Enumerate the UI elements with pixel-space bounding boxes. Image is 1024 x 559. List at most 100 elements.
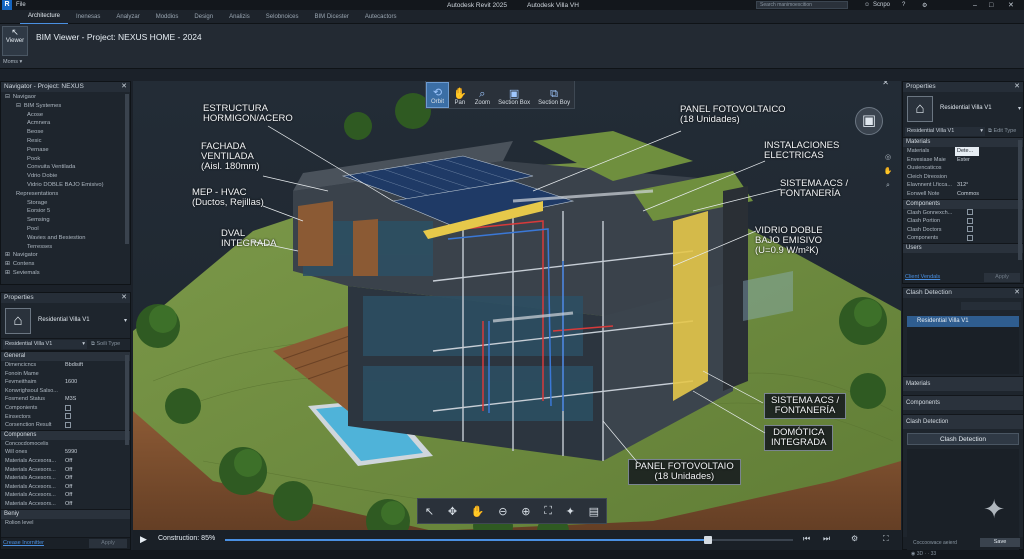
property-row[interactable]: Concocdomocelis — [1, 440, 130, 449]
property-row[interactable]: Materials Accesora... Off — [1, 457, 130, 466]
user-icon[interactable]: ☺ — [864, 2, 870, 8]
property-row[interactable]: Eonwell Note Commos — [903, 190, 1023, 199]
components-grid[interactable]: Clash Gonnexch... Clash Portion Clash Doct… — [903, 209, 1023, 243]
tree-item[interactable]: Semsing — [1, 216, 130, 225]
property-row[interactable]: Will ones 5990 — [1, 448, 130, 457]
property-value[interactable] — [63, 370, 130, 379]
chevron-down-icon[interactable]: ▾ — [124, 317, 127, 324]
edit-type-button[interactable]: ⧉ Soili Type — [91, 341, 120, 348]
user-name[interactable]: Scnpo — [873, 2, 890, 8]
property-row[interactable]: Materials Dete... — [903, 147, 1023, 156]
navigator-tree[interactable]: ⊟ Navigaor ⊟ BIM Systemes Acose Acmnera Beose R… — [1, 92, 130, 282]
property-value[interactable]: 1600 — [63, 378, 130, 387]
section-box-button[interactable]: ▣ Section Box — [494, 82, 534, 108]
property-row[interactable]: Dimencicncs Bbdisift — [1, 361, 130, 370]
maximize-icon[interactable]: □ — [989, 2, 993, 9]
tab-autecactors[interactable]: Autecactors — [357, 10, 405, 24]
components-section-header[interactable]: Components — [903, 395, 1023, 410]
tree-item[interactable]: Acmnera — [1, 119, 130, 128]
type-selector[interactable]: Residential Villa V1 ▾ — [905, 127, 985, 136]
scrollbar[interactable] — [1018, 140, 1022, 260]
property-row[interactable]: Fonoin Mame — [1, 370, 130, 379]
property-row[interactable]: Einsectors — [1, 413, 130, 422]
property-row[interactable]: Corsenction Result — [1, 421, 130, 430]
close-icon[interactable]: ✕ — [1014, 82, 1020, 92]
viewcube-icon[interactable]: ▣ — [855, 107, 883, 135]
properties-help-link[interactable]: Crease Inornitter — [3, 540, 44, 546]
property-value[interactable]: Off — [63, 483, 130, 492]
fullscreen-icon[interactable]: ⛶ — [883, 534, 889, 544]
clash-selected-item[interactable]: Residential Villa V1 — [907, 316, 1019, 327]
tab-inenesas[interactable]: Inenesas — [68, 10, 108, 24]
property-value[interactable]: 5990 — [63, 448, 130, 457]
tree-item[interactable]: Representations — [1, 190, 130, 199]
property-row[interactable]: Ousiencaticos — [903, 164, 1023, 173]
revit-logo-icon[interactable]: R — [2, 0, 12, 10]
tree-item[interactable]: Acose — [1, 111, 130, 120]
property-value[interactable] — [63, 387, 130, 396]
expand-icon[interactable]: ⊞ — [5, 270, 10, 276]
checkbox[interactable] — [967, 209, 973, 216]
property-row[interactable]: Cleich Direosion — [903, 173, 1023, 182]
property-row[interactable]: Materials Acsesors... Off — [1, 474, 130, 483]
tree-item[interactable]: Wavies and Besiestion — [1, 234, 130, 243]
property-value[interactable] — [63, 404, 130, 413]
collapse-icon[interactable]: ⊟ — [5, 94, 10, 100]
tree-item[interactable]: ⊟ Navigaor — [1, 93, 130, 102]
edit-type-button[interactable]: ⧉ Edit Type — [988, 128, 1016, 135]
property-section-header[interactable]: Beniy — [1, 508, 130, 519]
move-icon[interactable]: ✥ — [448, 505, 457, 518]
close-icon[interactable]: ✕ — [882, 81, 889, 87]
property-row[interactable]: Konwrighsoul Salso... — [1, 387, 130, 396]
expand-icon[interactable]: ⊞ — [5, 252, 10, 258]
checkbox[interactable] — [967, 226, 973, 233]
tree-item[interactable]: Convuita Ventilada — [1, 163, 130, 172]
layers-icon[interactable]: ▤ — [589, 505, 599, 518]
slider-thumb[interactable] — [703, 536, 712, 544]
tree-item[interactable]: Pernase — [1, 146, 130, 155]
apply-button[interactable]: Apply — [89, 539, 127, 548]
checkbox[interactable] — [65, 413, 71, 420]
section-boy-button[interactable]: ⧉ Section Boy — [534, 82, 574, 108]
property-value[interactable] — [63, 413, 130, 422]
checkbox[interactable] — [967, 234, 973, 241]
tree-item[interactable]: Terresses — [1, 243, 130, 252]
property-row[interactable]: Fevmeithaim 1600 — [1, 378, 130, 387]
tab-selobnoices[interactable]: Selobnoices — [258, 10, 307, 24]
property-value[interactable]: Off — [63, 457, 130, 466]
help-icon[interactable]: ? — [902, 2, 905, 8]
property-value[interactable] — [955, 164, 1023, 173]
close-icon[interactable]: ✕ — [1014, 288, 1020, 298]
property-value[interactable]: Commos — [955, 190, 1023, 199]
clash-search-input[interactable] — [961, 302, 1021, 310]
property-value[interactable]: Off — [63, 466, 130, 475]
property-row[interactable]: Clash Portion — [903, 217, 1023, 226]
steering-wheel-icon[interactable]: ◎ — [881, 151, 895, 165]
property-value[interactable]: Off — [63, 500, 130, 509]
checkbox[interactable] — [65, 421, 71, 428]
assistant-star-icon[interactable]: ✦ — [983, 494, 1005, 525]
tab-design[interactable]: Design — [186, 10, 221, 24]
zoom-in-icon[interactable]: ⊕ — [521, 505, 530, 518]
property-value[interactable] — [63, 440, 130, 449]
property-row[interactable]: Materials Accesors... Off — [1, 491, 130, 500]
apply-button[interactable]: Apply — [984, 273, 1020, 282]
property-row[interactable]: Clash Gonnexch... — [903, 209, 1023, 218]
viewer-button[interactable]: ↖ Viewer — [2, 26, 28, 56]
tree-item[interactable]: Pool — [1, 225, 130, 234]
construction-slider[interactable] — [225, 536, 793, 544]
property-row[interactable]: Elavnnent Lficca... 312° — [903, 181, 1023, 190]
expand-icon[interactable]: ⊞ — [5, 261, 10, 267]
materials-section-header[interactable]: Materials — [903, 376, 1023, 391]
orbit-button[interactable]: ⟲ Orbit — [426, 82, 450, 108]
zoom-icon[interactable]: ⌕ — [881, 179, 895, 193]
checkbox[interactable] — [65, 404, 71, 411]
play-icon[interactable]: ▶ — [140, 534, 147, 545]
tab-architecture[interactable]: Architecture — [20, 9, 69, 24]
tree-item[interactable]: ⊟ BIM Systemes — [1, 102, 130, 111]
components-section-header[interactable]: Components — [903, 198, 1023, 209]
property-value[interactable]: M3S — [63, 395, 130, 404]
materials-section-header[interactable]: Materials — [903, 137, 1023, 147]
clash-detection-button[interactable]: Clash Detection — [907, 433, 1019, 445]
property-value[interactable] — [63, 519, 130, 528]
